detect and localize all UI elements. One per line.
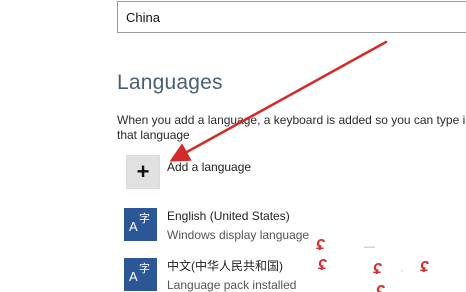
country-select[interactable]: China [117,1,466,33]
language-name: 中文(中华人民共和国) [167,259,283,273]
language-status: Windows display language [167,228,310,242]
languages-heading: Languages [117,71,223,94]
language-icon-letter: A [129,219,138,234]
watermark: ʢ — ʢ ʢ · ʢ ʢ [316,237,429,292]
country-value: China [126,10,160,25]
language-icon-char: 字 [139,213,150,225]
add-language-label[interactable]: Add a language [167,160,251,174]
add-language-button[interactable]: + [126,155,160,189]
languages-description: When you add a language, a keyboard is a… [117,113,466,142]
language-status: Language pack installed [167,278,297,292]
language-icon-letter: A [129,269,138,284]
language-icon: A 字 [124,258,157,291]
language-icon: A 字 [124,208,157,241]
language-icon-char: 字 [139,263,150,275]
plus-icon: + [136,159,150,184]
language-name: English (United States) [167,209,290,223]
region-language-settings: China Languages When you add a language,… [0,0,466,292]
